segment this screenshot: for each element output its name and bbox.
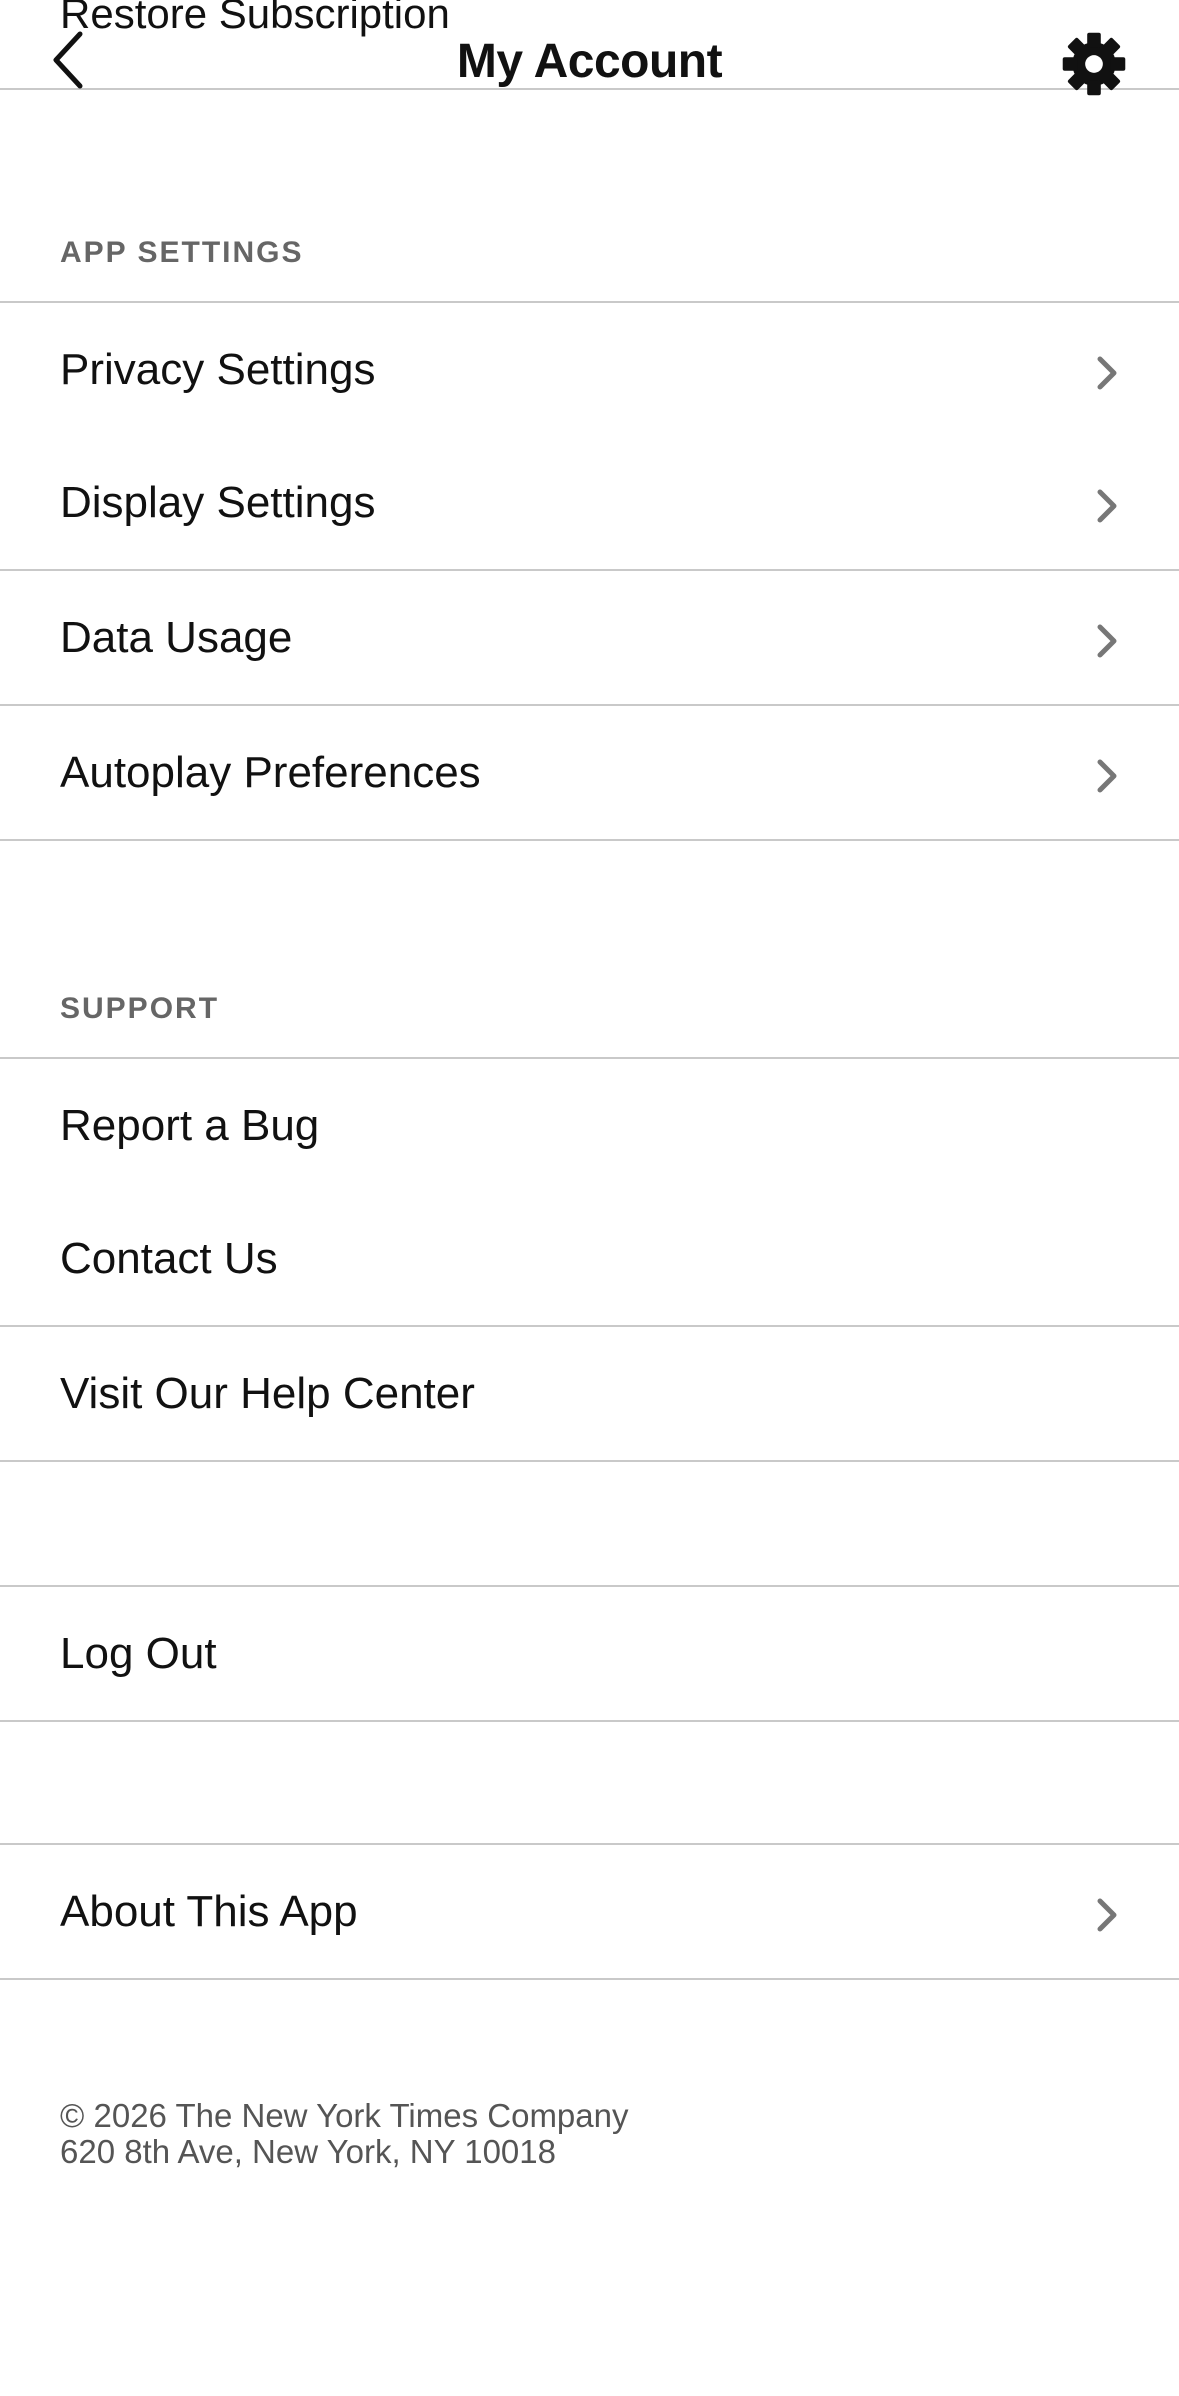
menu-item-label: Data Usage xyxy=(60,613,293,662)
menu-item-label: Report a Bug xyxy=(60,1101,320,1150)
top-bar: Restore Subscription My Account xyxy=(0,0,1179,96)
log-out-button[interactable]: Log Out xyxy=(0,1585,1179,1722)
restore-subscription-link[interactable]: Restore Subscription xyxy=(60,0,450,38)
gear-icon[interactable] xyxy=(1060,30,1128,98)
address-text: 620 8th Ave, New York, NY 10018 xyxy=(60,2133,556,2170)
menu-item-contact-us[interactable]: Contact Us xyxy=(0,1192,1179,1327)
section-heading-support: SUPPORT xyxy=(60,992,220,1025)
footer: © 2026 The New York Times Company 620 8t… xyxy=(60,2098,629,2170)
menu-item-data-usage[interactable]: Data Usage xyxy=(0,571,1179,706)
copyright-text: © 2026 The New York Times Company xyxy=(60,2097,629,2134)
menu-item-label: Visit Our Help Center xyxy=(60,1369,475,1418)
menu-item-label: Autoplay Preferences xyxy=(60,748,481,797)
menu-item-privacy-settings[interactable]: Privacy Settings xyxy=(0,301,1179,438)
menu-item-label: Log Out xyxy=(60,1629,217,1678)
chevron-right-icon xyxy=(1097,624,1117,658)
page-title: My Account xyxy=(456,35,723,88)
chevron-right-icon xyxy=(1097,759,1117,793)
chevron-right-icon xyxy=(1097,489,1117,523)
menu-item-display-settings[interactable]: Display Settings xyxy=(0,436,1179,571)
menu-item-label: Privacy Settings xyxy=(60,345,376,394)
menu-item-label: About This App xyxy=(60,1887,358,1936)
section-heading-app-settings: APP SETTINGS xyxy=(60,236,304,269)
menu-item-help-center[interactable]: Visit Our Help Center xyxy=(0,1327,1179,1462)
chevron-right-icon xyxy=(1097,1898,1117,1932)
menu-item-label: Display Settings xyxy=(60,478,376,527)
menu-item-label: Contact Us xyxy=(60,1234,278,1283)
menu-item-report-a-bug[interactable]: Report a Bug xyxy=(0,1057,1179,1194)
chevron-right-icon xyxy=(1097,356,1117,390)
menu-item-autoplay-preferences[interactable]: Autoplay Preferences xyxy=(0,706,1179,841)
menu-item-about-this-app[interactable]: About This App xyxy=(0,1843,1179,1980)
